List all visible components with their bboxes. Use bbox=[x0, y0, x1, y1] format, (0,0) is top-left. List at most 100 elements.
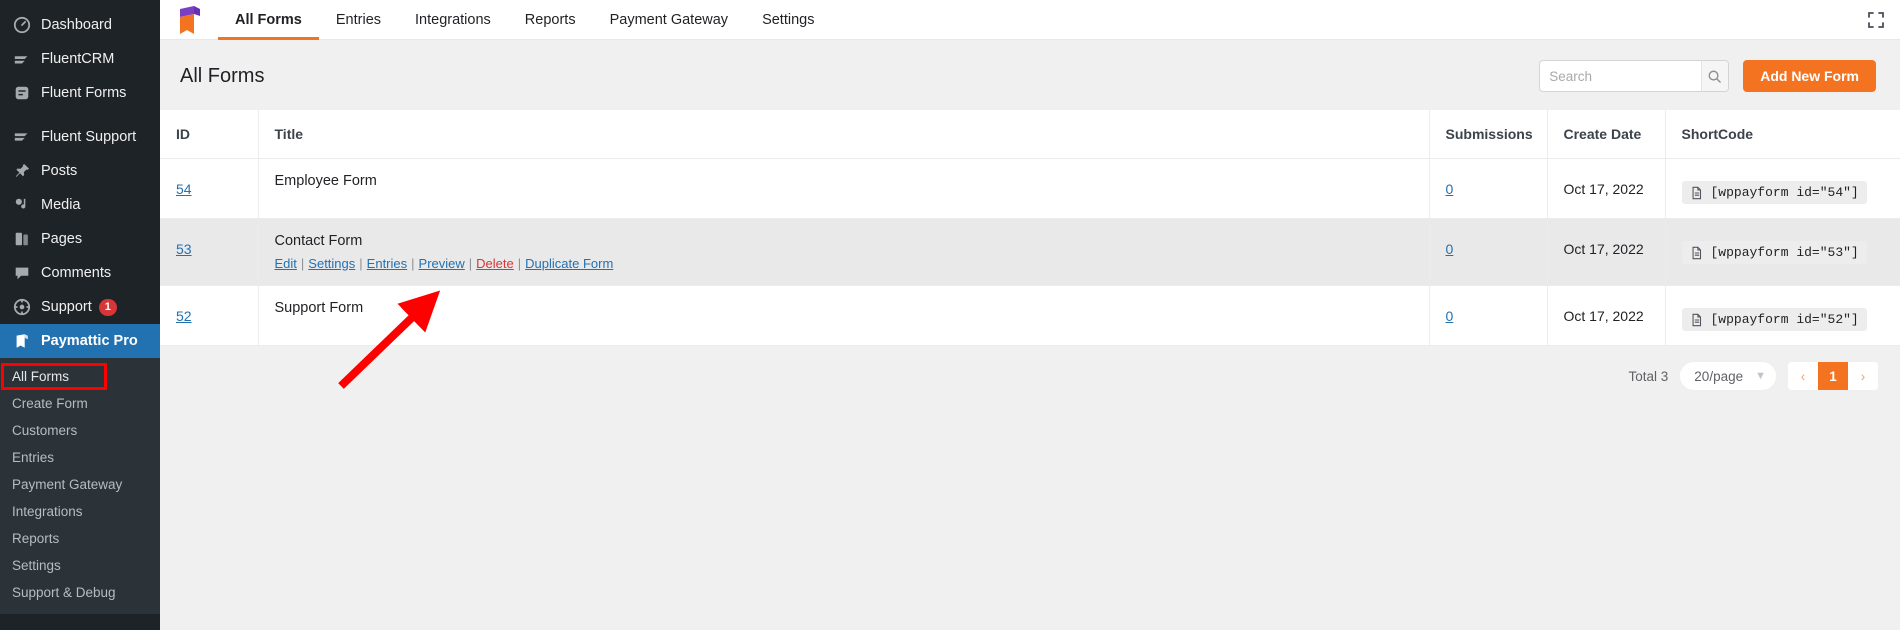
column-header-id: ID bbox=[160, 110, 258, 159]
menu-separator bbox=[0, 110, 160, 120]
sidebar-item-label: Fluent Forms bbox=[41, 85, 127, 101]
sidebar-item-label: Pages bbox=[41, 231, 83, 247]
sidebar-item-label: Paymattic Pro bbox=[41, 333, 138, 349]
cell-create-date: Oct 17, 2022 bbox=[1546, 285, 1665, 346]
wp-admin-sidebar: Dashboard FluentCRM Fluent Forms Fluent Sup… bbox=[0, 0, 160, 630]
forms-table-body: 54 Employee Form 0 Oct 17, 2022 [wppayform i… bbox=[160, 158, 1900, 346]
sidebar-item-label: Media bbox=[41, 197, 81, 213]
cell-id: 52 bbox=[160, 285, 258, 346]
sidebar-item-label: Comments bbox=[41, 265, 112, 281]
tab-settings[interactable]: Settings bbox=[745, 0, 831, 40]
submenu-item-customers[interactable]: Customers bbox=[0, 417, 160, 444]
row-action-edit[interactable]: Edit bbox=[275, 256, 297, 271]
submenu-item-support-debug[interactable]: Support & Debug bbox=[0, 579, 160, 606]
cell-submissions: 0 bbox=[1428, 218, 1547, 286]
cell-id: 53 bbox=[160, 218, 258, 286]
submenu-item-reports[interactable]: Reports bbox=[0, 525, 160, 552]
forms-table-card: ID Title Submissions Create Date ShortCode 5… bbox=[160, 110, 1900, 346]
table-header-row: ID Title Submissions Create Date ShortCode bbox=[160, 110, 1900, 159]
sidebar-item-pages[interactable]: Pages bbox=[0, 222, 160, 256]
sidebar-item-fluent-support[interactable]: Fluent Support bbox=[0, 120, 160, 154]
tab-entries[interactable]: Entries bbox=[319, 0, 398, 40]
sidebar-item-support[interactable]: Support 1 bbox=[0, 290, 160, 324]
sidebar-item-label: Support bbox=[41, 299, 92, 315]
dashboard-icon bbox=[12, 15, 32, 35]
cell-shortcode: [wppayform id="52"] bbox=[1664, 285, 1900, 346]
submissions-count-link[interactable]: 0 bbox=[1446, 241, 1454, 257]
per-page-select[interactable]: 20/page ▼ bbox=[1680, 362, 1776, 390]
paymattic-logo bbox=[176, 5, 202, 35]
form-id-link[interactable]: 52 bbox=[176, 308, 192, 324]
sidebar-item-label: Dashboard bbox=[41, 17, 112, 33]
table-row[interactable]: 54 Employee Form 0 Oct 17, 2022 [wppayform i… bbox=[160, 158, 1900, 219]
sidebar-item-paymattic-pro[interactable]: Paymattic Pro bbox=[0, 324, 160, 358]
submissions-count-link[interactable]: 0 bbox=[1446, 181, 1454, 197]
sidebar-item-fluentcrm[interactable]: FluentCRM bbox=[0, 42, 160, 76]
action-divider: | bbox=[359, 256, 363, 271]
action-divider: | bbox=[468, 256, 473, 271]
form-title: Contact Form bbox=[274, 233, 363, 249]
tab-integrations[interactable]: Integrations bbox=[398, 0, 508, 40]
form-title: Support Form bbox=[274, 300, 364, 316]
table-row[interactable]: 52 Support Form 0 Oct 17, 2022 [wppayform id… bbox=[160, 285, 1900, 346]
action-divider: | bbox=[300, 256, 305, 271]
support-icon bbox=[12, 297, 32, 317]
shortcode-chip[interactable]: [wppayform id="53"] bbox=[1681, 241, 1867, 264]
sidebar-item-comments[interactable]: Comments bbox=[0, 256, 160, 290]
page-number-1[interactable]: 1 bbox=[1818, 362, 1848, 390]
submenu-item-all-forms[interactable]: All Forms bbox=[0, 363, 160, 390]
page-controls: ‹ 1 › bbox=[1788, 362, 1878, 390]
fluentcrm-icon bbox=[12, 49, 32, 69]
forms-table-head: ID Title Submissions Create Date ShortCode bbox=[160, 110, 1900, 159]
search-box[interactable] bbox=[1539, 60, 1730, 92]
table-row[interactable]: 53 Contact Form Edit | Settings | Entries | Prev… bbox=[160, 218, 1900, 286]
submenu-item-entries[interactable]: Entries bbox=[0, 444, 160, 471]
column-header-create-date: Create Date bbox=[1546, 110, 1665, 159]
submenu-item-integrations[interactable]: Integrations bbox=[0, 498, 160, 525]
paymattic-submenu: All Forms Create Form Customers Entries Paym… bbox=[0, 358, 160, 614]
tab-reports[interactable]: Reports bbox=[508, 0, 593, 40]
cell-create-date: Oct 17, 2022 bbox=[1546, 218, 1665, 286]
form-id-link[interactable]: 54 bbox=[176, 181, 192, 197]
sidebar-item-media[interactable]: Media bbox=[0, 188, 160, 222]
column-header-submissions: Submissions bbox=[1428, 110, 1547, 159]
action-divider: | bbox=[411, 256, 415, 271]
submenu-item-create-form[interactable]: Create Form bbox=[0, 390, 160, 417]
prev-page-button[interactable]: ‹ bbox=[1788, 362, 1818, 390]
submissions-count-link[interactable]: 0 bbox=[1446, 308, 1454, 324]
row-action-duplicate-form[interactable]: Duplicate Form bbox=[525, 256, 613, 271]
add-new-form-button[interactable]: Add New Form bbox=[1743, 60, 1876, 92]
screen-root: Dashboard FluentCRM Fluent Forms Fluent Sup… bbox=[0, 0, 1900, 630]
page-header: All Forms Add New Form bbox=[160, 40, 1900, 110]
next-page-button[interactable]: › bbox=[1848, 362, 1878, 390]
sidebar-item-fluent-forms[interactable]: Fluent Forms bbox=[0, 76, 160, 110]
row-actions: Edit | Settings | Entries | Preview | Delete | Dup… bbox=[275, 256, 1429, 271]
tab-all-forms[interactable]: All Forms bbox=[218, 0, 319, 40]
media-icon bbox=[12, 195, 32, 215]
plugin-topnav: All Forms Entries Integrations Reports Payme… bbox=[160, 0, 1900, 40]
form-id-link[interactable]: 53 bbox=[176, 241, 192, 257]
pin-icon bbox=[12, 161, 32, 181]
cell-submissions: 0 bbox=[1428, 158, 1547, 219]
shortcode-chip[interactable]: [wppayform id="54"] bbox=[1681, 181, 1867, 204]
shortcode-chip[interactable]: [wppayform id="52"] bbox=[1681, 308, 1867, 331]
search-icon[interactable] bbox=[1700, 61, 1729, 91]
submenu-item-payment-gateway[interactable]: Payment Gateway bbox=[0, 471, 160, 498]
shortcode-text: [wppayform id="54"] bbox=[1710, 185, 1859, 200]
submenu-item-settings[interactable]: Settings bbox=[0, 552, 160, 579]
row-action-delete[interactable]: Delete bbox=[476, 256, 514, 271]
search-input[interactable] bbox=[1540, 61, 1701, 91]
fluent-forms-icon bbox=[12, 83, 32, 103]
row-action-entries[interactable]: Entries bbox=[367, 256, 407, 271]
per-page-value: 20/page bbox=[1694, 368, 1744, 384]
chevron-down-icon: ▼ bbox=[1755, 370, 1766, 382]
sidebar-item-posts[interactable]: Posts bbox=[0, 154, 160, 188]
sidebar-item-label: Posts bbox=[41, 163, 78, 179]
tab-payment-gateway[interactable]: Payment Gateway bbox=[593, 0, 745, 40]
row-action-settings[interactable]: Settings bbox=[308, 256, 355, 271]
column-header-shortcode: ShortCode bbox=[1664, 110, 1900, 159]
row-action-preview[interactable]: Preview bbox=[419, 256, 465, 271]
fullscreen-icon[interactable] bbox=[1866, 10, 1886, 30]
total-count: Total 3 bbox=[1628, 368, 1669, 384]
sidebar-item-dashboard[interactable]: Dashboard bbox=[0, 8, 160, 42]
